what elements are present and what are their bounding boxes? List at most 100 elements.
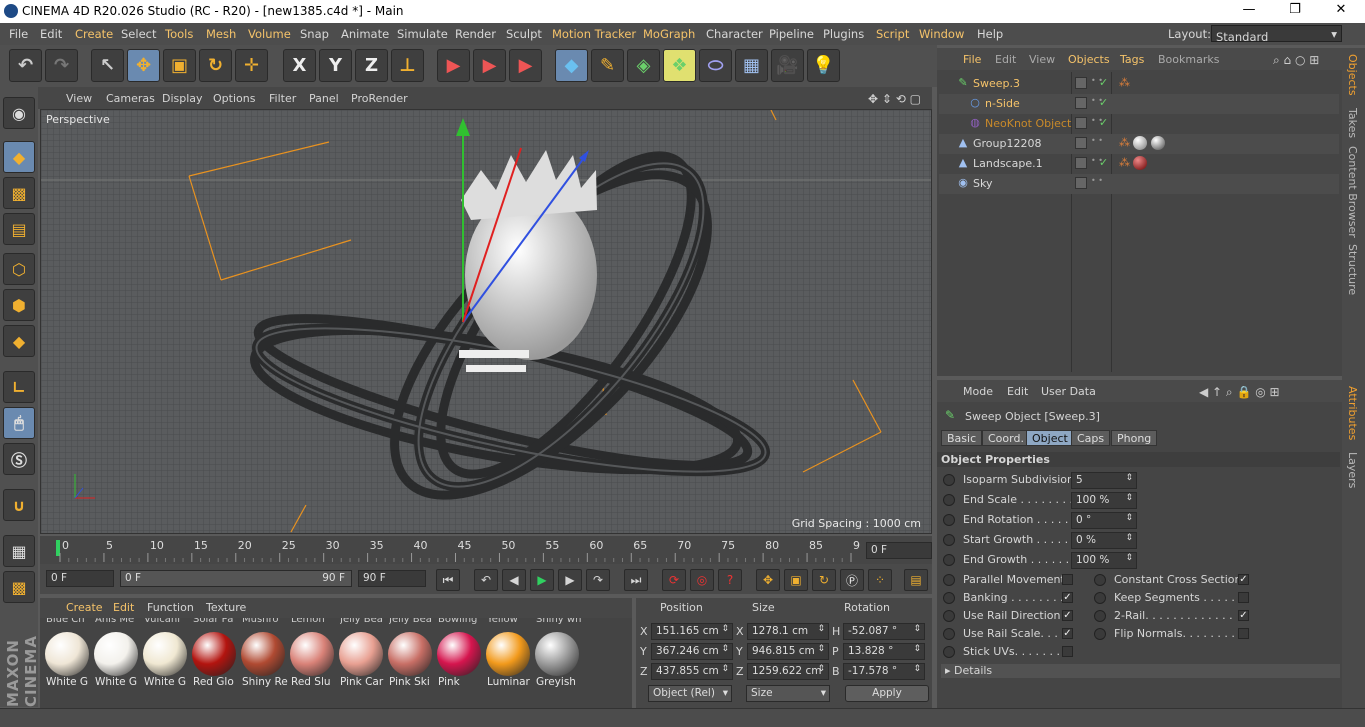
render-settings-icon[interactable]: ▶ [509,49,542,82]
object-row[interactable]: ✎ Sweep.3 • • ✓ ⁂ [939,74,1339,94]
menu-motion-tracker[interactable]: Motion Tracker [552,27,636,41]
tweak-mode-icon[interactable]: 🖱 [3,407,35,439]
material-menu-function[interactable]: Function [147,601,194,614]
stepper-icon[interactable]: ⇕ [817,624,825,634]
tab-object[interactable]: Object [1026,430,1074,446]
workplane-lock-icon[interactable]: ▦ [3,535,35,567]
stepper-icon[interactable]: ⇕ [1125,513,1133,523]
next-frame-icon[interactable]: ▶ [558,569,582,591]
obj-menu-bookmarks[interactable]: Bookmarks [1158,53,1219,66]
make-editable-icon[interactable]: ◉ [3,97,35,129]
menu-help[interactable]: Help [977,27,1003,41]
viewport-menu-panel[interactable]: Panel [309,92,339,105]
menu-file[interactable]: File [9,27,28,41]
go-to-end-icon[interactable]: ⏭ [624,569,648,591]
viewport-menu-cameras[interactable]: Cameras [106,92,155,105]
close-button[interactable]: ✕ [1321,2,1361,17]
attr-menu-mode[interactable]: Mode [963,385,993,398]
render-view-icon[interactable]: ▶ [437,49,470,82]
obj-menu-edit[interactable]: Edit [995,53,1016,66]
stepper-icon[interactable]: ⇕ [913,644,921,654]
attr-menu-edit[interactable]: Edit [1007,385,1028,398]
menu-pipeline[interactable]: Pipeline [769,27,814,41]
property-animation-radio[interactable] [943,610,955,622]
stepper-icon[interactable]: ⇕ [1125,493,1133,503]
obj-menu-view[interactable]: View [1029,53,1055,66]
coordinate-system-icon[interactable]: ⊥ [391,49,424,82]
checkbox[interactable]: ✓ [1238,574,1249,585]
checkbox[interactable] [1062,574,1073,585]
checkbox[interactable] [1238,628,1249,639]
side-tab-takes[interactable]: Takes [1346,108,1359,138]
stepper-icon[interactable]: ⇕ [913,624,921,634]
key-rotation-icon[interactable]: ↻ [812,569,836,591]
cloner-icon[interactable]: ❖ [663,49,696,82]
magnet-icon[interactable]: ∪ [3,489,35,521]
menu-script[interactable]: Script [876,27,909,41]
material-item[interactable]: Jelly Bea Pink Ski [386,618,435,708]
tab-basic[interactable]: Basic [941,430,983,446]
selection-cursor-icon[interactable]: ↖ [91,49,124,82]
menu-volume[interactable]: Volume [248,27,291,41]
stepper-icon[interactable]: ⇕ [1125,533,1133,543]
material-menu-create[interactable]: Create [66,601,103,614]
cube-object-icon[interactable]: ◆ [555,49,588,82]
stepper-icon[interactable]: ⇕ [913,664,921,674]
enabled-check-icon[interactable]: ✓ [1099,76,1108,89]
size-mode-select[interactable]: Size ▾ [746,685,830,702]
material-menu-texture[interactable]: Texture [206,601,246,614]
transform-tool-icon[interactable]: ✛ [235,49,268,82]
obj-menu-file[interactable]: File [963,53,981,66]
tab-coord[interactable]: Coord. [982,430,1030,446]
enabled-check-icon[interactable]: ✓ [1099,96,1108,109]
menu-mesh[interactable]: Mesh [206,27,236,41]
material-tag-icon[interactable] [1151,136,1165,150]
stepper-icon[interactable]: ⇕ [817,644,825,654]
material-item[interactable]: Yellow Luminar [484,618,533,708]
next-key-icon[interactable]: ↷ [586,569,610,591]
apply-button[interactable]: Apply [845,685,929,702]
property-animation-radio[interactable] [943,554,955,566]
material-item[interactable]: Mushro Shiny Re [239,618,288,708]
layout-select[interactable]: Standard ▾ [1211,25,1342,44]
camera-icon[interactable]: 🎥 [771,49,804,82]
coord-rotation-field[interactable]: 13.828 ° ⇕ [843,643,925,660]
checkbox[interactable] [1062,646,1073,657]
coord-size-field[interactable]: 1259.622 cm ⇕ [747,663,829,680]
search-icon[interactable]: ⌕ ⌂ ○ ⊞ [1273,53,1319,68]
render-picture-viewer-icon[interactable]: ▶ [473,49,506,82]
coord-position-field[interactable]: 437.855 cm ⇕ [651,663,733,680]
property-field[interactable]: 5 ⇕ [1071,472,1137,489]
axis-mode-icon[interactable]: ∟ [3,371,35,403]
layer-toggle[interactable] [1075,137,1087,149]
side-tab-content-browser[interactable]: Content Browser [1346,146,1359,238]
coord-position-field[interactable]: 151.165 cm ⇕ [651,623,733,640]
stepper-icon[interactable]: ⇕ [1125,553,1133,563]
obj-menu-objects[interactable]: Objects [1068,53,1110,66]
back-arrow-icon[interactable]: ◀ ↑ ⌕ 🔒 ◎ ⊞ [1199,385,1280,400]
property-field[interactable]: 0 ° ⇕ [1071,512,1137,529]
light-icon[interactable]: 💡 [807,49,840,82]
visibility-dots-icon[interactable]: • • [1091,176,1103,185]
menu-window[interactable]: Window [919,27,964,41]
object-row[interactable]: ◍ NeoKnot Object • • ✓ [939,114,1339,134]
end-frame-field[interactable]: 90 F [358,570,426,587]
coordinate-mode-select[interactable]: Object (Rel) ▾ [648,685,732,702]
side-tab-objects[interactable]: Objects [1346,54,1359,96]
previous-frame-icon[interactable]: ◀ [502,569,526,591]
property-animation-radio[interactable] [1094,592,1106,604]
layer-toggle[interactable] [1075,157,1087,169]
play-icon[interactable]: ▶ [530,569,554,591]
property-animation-radio[interactable] [1094,628,1106,640]
keyframe-selection-icon[interactable]: ? [718,569,742,591]
property-animation-radio[interactable] [1094,574,1106,586]
property-animation-radio[interactable] [943,534,955,546]
start-frame-field[interactable]: 0 F [46,570,114,587]
object-row[interactable]: ○ n-Side • • ✓ [939,94,1339,114]
snapping-icon[interactable]: Ⓢ [3,443,35,475]
x-axis-lock-button[interactable]: X [283,49,316,82]
enabled-check-icon[interactable]: ✓ [1099,156,1108,169]
checkbox[interactable]: ✓ [1062,628,1073,639]
layer-toggle[interactable] [1075,77,1087,89]
property-field[interactable]: 100 % ⇕ [1071,552,1137,569]
